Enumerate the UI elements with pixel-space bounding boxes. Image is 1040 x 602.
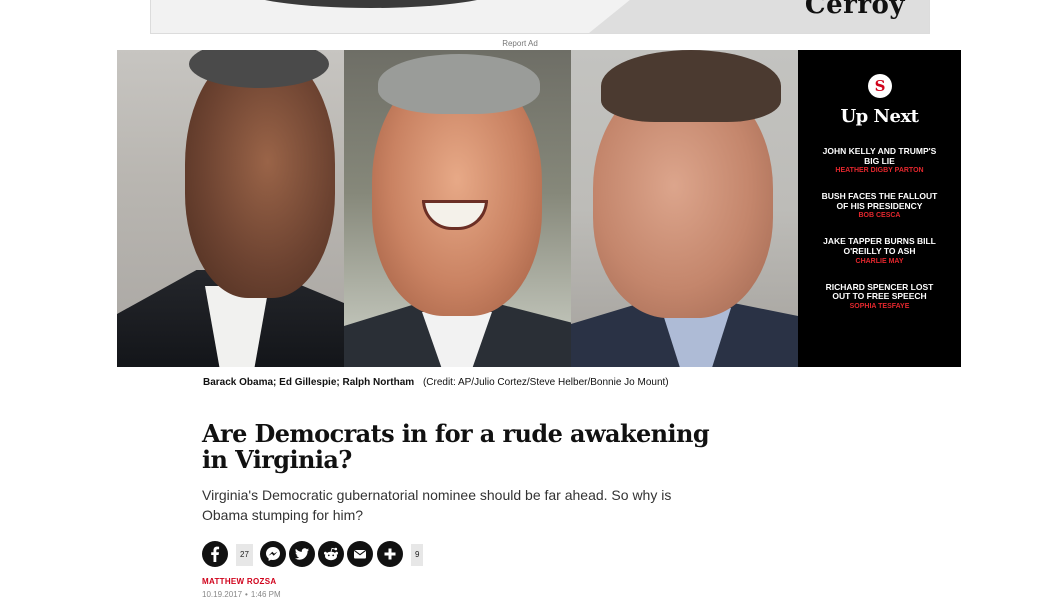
up-next-list: JOHN KELLY AND TRUMP'S BIG LIE HEATHER D… — [798, 146, 961, 328]
article-dateline: 10.19.2017 • 1:46 PM — [202, 590, 281, 599]
story-headline[interactable]: RICHARD SPENCER LOST OUT TO FREE SPEECH — [798, 282, 961, 302]
email-icon[interactable] — [347, 541, 373, 567]
up-next-story[interactable]: JOHN KELLY AND TRUMP'S BIG LIE HEATHER D… — [798, 146, 961, 175]
article-title: Are Democrats in for a rude awakening in… — [202, 419, 710, 474]
story-author[interactable]: SOPHIA TESFAYE — [798, 302, 961, 311]
facebook-share-count: 27 — [236, 544, 253, 566]
image-caption: Barack Obama; Ed Gillespie; Ralph Northa… — [203, 377, 669, 388]
messenger-icon[interactable] — [260, 541, 286, 567]
portrait-ralph-northam — [571, 50, 798, 367]
article-time: 1:46 PM — [250, 590, 281, 599]
ad-logo: Cerroy — [804, 0, 905, 20]
ad-banner[interactable]: Cerroy — [150, 0, 930, 34]
portrait-barack-obama — [117, 50, 344, 367]
up-next-story[interactable]: BUSH FACES THE FALLOUT OF HIS PRESIDENCY… — [798, 191, 961, 220]
up-next-title: Up Next — [840, 106, 919, 127]
story-author[interactable]: HEATHER DIGBY PARTON — [798, 166, 961, 175]
ad-product-image — [241, 0, 501, 8]
plus-icon[interactable] — [377, 541, 403, 567]
story-headline[interactable]: JAKE TAPPER BURNS BILL O'REILLY TO ASH — [798, 237, 961, 256]
caption-names: Barack Obama; Ed Gillespie; Ralph Northa… — [203, 377, 415, 388]
share-more-count: 9 — [411, 544, 424, 566]
article-author[interactable]: MATTHEW ROZSA — [202, 577, 276, 586]
caption-credit: (Credit: AP/Julio Cortez/Steve Helber/Bo… — [422, 377, 669, 388]
article-date: 10.19.2017 — [202, 590, 243, 599]
salon-logo-icon: S — [868, 74, 892, 98]
up-next-story[interactable]: RICHARD SPENCER LOST OUT TO FREE SPEECH … — [798, 282, 961, 311]
reddit-icon[interactable] — [318, 541, 344, 567]
twitter-icon[interactable] — [289, 541, 315, 567]
up-next-story[interactable]: JAKE TAPPER BURNS BILL O'REILLY TO ASH C… — [798, 237, 961, 265]
story-headline[interactable]: JOHN KELLY AND TRUMP'S BIG LIE — [798, 146, 961, 166]
facebook-icon[interactable] — [202, 541, 228, 567]
article-dek: Virginia's Democratic gubernatorial nomi… — [202, 487, 672, 523]
report-ad-link[interactable]: Report Ad — [0, 39, 1040, 48]
portrait-ed-gillespie — [344, 50, 571, 367]
story-author[interactable]: BOB CESCA — [798, 211, 961, 220]
up-next-panel: S Up Next JOHN KELLY AND TRUMP'S BIG LIE… — [798, 50, 961, 367]
hero-image — [117, 50, 798, 367]
story-author[interactable]: CHARLIE MAY — [798, 257, 961, 266]
date-separator: • — [245, 590, 248, 599]
story-headline[interactable]: BUSH FACES THE FALLOUT OF HIS PRESIDENCY — [798, 191, 961, 211]
